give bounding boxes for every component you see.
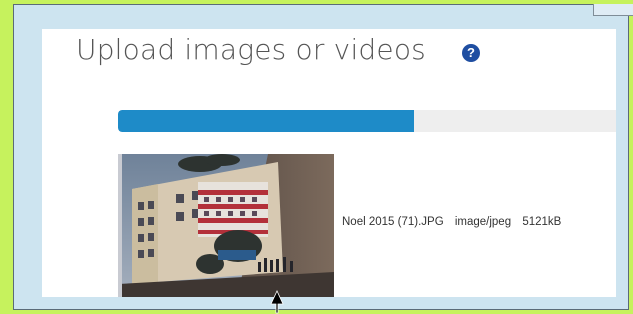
file-size: 5121kB	[522, 216, 562, 228]
upload-progress-fill	[118, 110, 414, 132]
help-icon[interactable]: ?	[462, 44, 480, 62]
window-corner-tab	[593, 4, 633, 16]
upload-panel: Upload images or videos ? Noel 2015 (71)…	[42, 29, 616, 297]
file-info: Noel 2015 (71).JPG image/jpeg 5121kB	[342, 216, 569, 228]
page-title: Upload images or videos	[76, 33, 426, 66]
image-thumbnail[interactable]	[118, 154, 334, 297]
upload-progress-bar	[118, 110, 616, 132]
mouse-cursor-icon	[270, 290, 284, 314]
file-name: Noel 2015 (71).JPG	[342, 216, 444, 228]
beach-photo-thumbnail	[118, 154, 334, 297]
file-type: image/jpeg	[454, 216, 512, 228]
